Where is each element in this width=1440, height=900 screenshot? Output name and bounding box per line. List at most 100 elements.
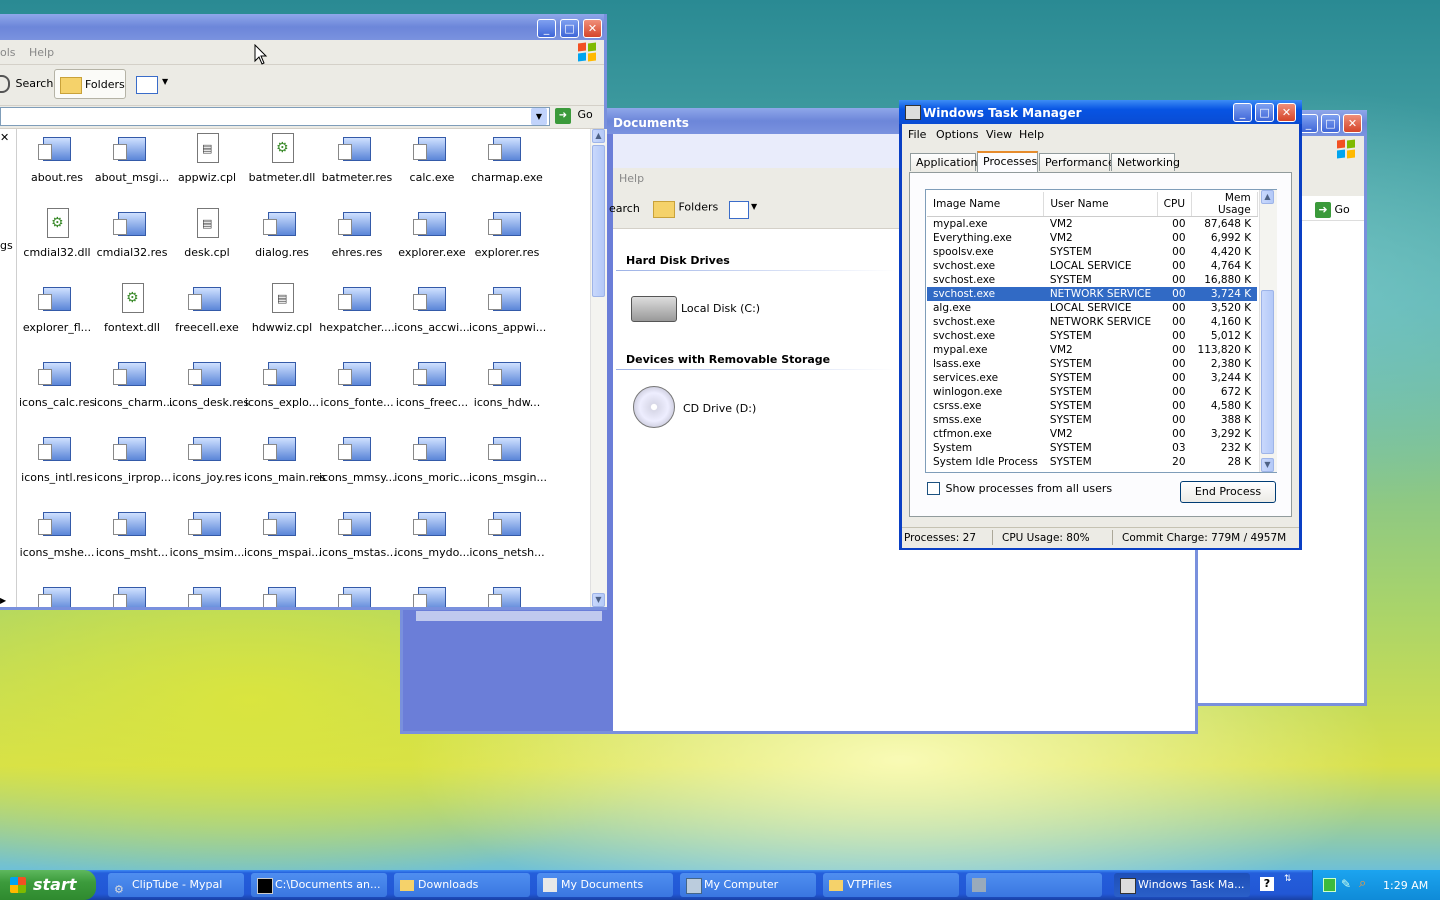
process-row[interactable]: System SYSTEM 03 232 K xyxy=(927,441,1257,455)
file-item[interactable]: icons_main.res xyxy=(244,433,326,484)
checkbox-box[interactable] xyxy=(927,481,940,495)
folders-button[interactable]: Folders xyxy=(54,69,126,99)
start-button[interactable]: start xyxy=(0,870,96,900)
process-row[interactable]: svchost.exe NETWORK SERVICE 00 4,160 K xyxy=(927,315,1257,329)
close-pane-icon[interactable]: ✕ xyxy=(0,131,9,144)
file-item[interactable]: dialog.res xyxy=(244,208,320,259)
process-scrollbar[interactable]: ▲ ▼ xyxy=(1259,190,1277,472)
process-row[interactable]: mypal.exe VM2 00 87,648 K xyxy=(927,217,1257,232)
address-input[interactable] xyxy=(0,107,550,126)
file-item[interactable]: icons_appwi... xyxy=(469,283,546,334)
search-button[interactable]: earch xyxy=(609,202,640,215)
col-mem-usage[interactable]: Mem Usage xyxy=(1191,192,1258,217)
file-item[interactable]: icons_intl.res xyxy=(19,433,95,484)
file-item[interactable]: batmeter.dll xyxy=(244,133,320,184)
tab-applications[interactable]: Applications xyxy=(910,153,983,171)
minimize-button[interactable]: _ xyxy=(537,19,556,38)
minimize-button[interactable]: _ xyxy=(1233,103,1252,122)
menu-view[interactable]: View xyxy=(986,128,1012,141)
file-item[interactable] xyxy=(19,583,95,607)
maximize-button[interactable]: □ xyxy=(1255,103,1274,122)
tab-processes[interactable]: Processes xyxy=(977,151,1038,173)
col-user-name[interactable]: User Name xyxy=(1043,192,1158,217)
col-cpu[interactable]: CPU xyxy=(1157,192,1193,217)
file-item[interactable]: icons_freec... xyxy=(394,358,470,409)
menu-options[interactable]: Options xyxy=(936,128,978,141)
help-icon[interactable]: ? xyxy=(1260,877,1274,891)
file-item[interactable] xyxy=(169,583,245,607)
taskbar-button-downloads[interactable]: Downloads xyxy=(394,873,530,897)
file-item[interactable]: icons_moric... xyxy=(394,433,470,484)
security-icon[interactable]: ✎ xyxy=(1341,877,1351,891)
tab-performance[interactable]: Performance xyxy=(1039,153,1115,171)
file-item[interactable]: icons_msht... xyxy=(94,508,170,559)
process-row[interactable]: lsass.exe SYSTEM 00 2,380 K xyxy=(927,357,1257,371)
language-bar-icon[interactable]: ⇅ xyxy=(1284,874,1292,884)
process-row[interactable]: svchost.exe SYSTEM 00 16,880 K xyxy=(927,273,1257,287)
file-item[interactable]: icons_accwi... xyxy=(394,283,470,334)
file-item[interactable]: ehres.res xyxy=(319,208,395,259)
file-item[interactable]: explorer_fl... xyxy=(19,283,95,334)
file-item[interactable] xyxy=(469,583,545,607)
file-item[interactable]: icons_explo... xyxy=(244,358,320,409)
file-item[interactable]: appwiz.cpl xyxy=(169,133,245,184)
process-row[interactable]: svchost.exe NETWORK SERVICE 00 3,724 K xyxy=(927,287,1258,301)
file-item[interactable]: hexpatcher.... xyxy=(319,283,395,334)
file-item[interactable]: batmeter.res xyxy=(319,133,395,184)
menu-help[interactable]: Help xyxy=(1019,128,1044,141)
file-item[interactable]: about.res xyxy=(19,133,95,184)
file-item[interactable]: fontext.dll xyxy=(94,283,170,334)
close-button[interactable]: ✕ xyxy=(1343,114,1362,133)
go-button[interactable]: ➜ Go xyxy=(1315,202,1350,218)
close-button[interactable]: ✕ xyxy=(1277,103,1296,122)
file-item[interactable] xyxy=(319,583,395,607)
scroll-down-arrow[interactable]: ▼ xyxy=(1261,458,1274,472)
show-all-users-checkbox[interactable]: Show processes from all users xyxy=(927,481,1112,495)
scroll-thumb[interactable] xyxy=(1261,290,1274,454)
file-item[interactable]: hdwwiz.cpl xyxy=(244,283,320,334)
file-item[interactable] xyxy=(244,583,320,607)
vertical-scrollbar[interactable]: ▲ ▼ xyxy=(590,129,607,607)
views-button[interactable]: ▼ xyxy=(727,198,761,220)
process-row[interactable]: winlogon.exe SYSTEM 00 672 K xyxy=(927,385,1257,399)
go-button[interactable]: ➜ Go xyxy=(555,108,593,124)
file-item[interactable]: icons_msim... xyxy=(169,508,245,559)
process-row[interactable]: ctfmon.exe VM2 00 3,292 K xyxy=(927,427,1257,441)
file-item[interactable]: icons_irprop... xyxy=(94,433,171,484)
col-image-name[interactable]: Image Name xyxy=(927,192,1045,217)
tab-networking[interactable]: Networking xyxy=(1111,153,1180,171)
process-row[interactable]: csrss.exe SYSTEM 00 4,580 K xyxy=(927,399,1257,413)
file-item[interactable]: icons_mstas... xyxy=(319,508,397,559)
search-button[interactable]: Search xyxy=(0,75,53,93)
maximize-button[interactable]: □ xyxy=(1321,114,1340,133)
file-item[interactable]: icons_mmsy... xyxy=(319,433,396,484)
clock[interactable]: 1:29 AM xyxy=(1383,879,1428,892)
folders-button[interactable]: Folders xyxy=(647,196,724,222)
file-item[interactable]: cmdial32.dll xyxy=(19,208,95,259)
taskbar-button-my-documents[interactable]: My Documents xyxy=(537,873,673,897)
file-item[interactable]: icons_mspai... xyxy=(244,508,322,559)
menu-tools[interactable]: ols xyxy=(0,46,16,59)
taskbar-button-untitled[interactable] xyxy=(966,873,1102,897)
file-item[interactable]: desk.cpl xyxy=(169,208,245,259)
network-icon[interactable] xyxy=(1323,878,1336,892)
search-icon[interactable]: ⌕ xyxy=(1359,876,1366,891)
taskbar-button-task-manager[interactable]: Windows Task Ma... xyxy=(1114,873,1250,897)
scroll-up-arrow[interactable]: ▲ xyxy=(592,129,605,143)
file-item[interactable]: charmap.exe xyxy=(469,133,545,184)
file-item[interactable] xyxy=(94,583,170,607)
explorer-window[interactable]: _ □ ✕ ols Help Search Folders ▼ ▼ ➜ Go ✕… xyxy=(0,14,607,610)
views-button[interactable]: ▼ xyxy=(134,73,172,95)
address-dropdown-button[interactable]: ▼ xyxy=(531,108,547,125)
maximize-button[interactable]: □ xyxy=(560,19,579,38)
file-item[interactable]: icons_netsh... xyxy=(469,508,545,559)
scroll-right-arrow[interactable]: ▶ xyxy=(0,596,6,605)
file-item[interactable]: freecell.exe xyxy=(169,283,245,334)
file-item[interactable]: cmdial32.res xyxy=(94,208,170,259)
process-row[interactable]: alg.exe LOCAL SERVICE 00 3,520 K xyxy=(927,301,1257,315)
file-item[interactable]: icons_hdw... xyxy=(469,358,545,409)
taskbar-button-documents-path[interactable]: C:\Documents an... xyxy=(251,873,387,897)
process-row[interactable]: spoolsv.exe SYSTEM 00 4,420 K xyxy=(927,245,1257,259)
taskbar-button-cliptube[interactable]: ⚙ ClipTube - Mypal xyxy=(108,873,244,897)
file-item[interactable] xyxy=(394,583,470,607)
